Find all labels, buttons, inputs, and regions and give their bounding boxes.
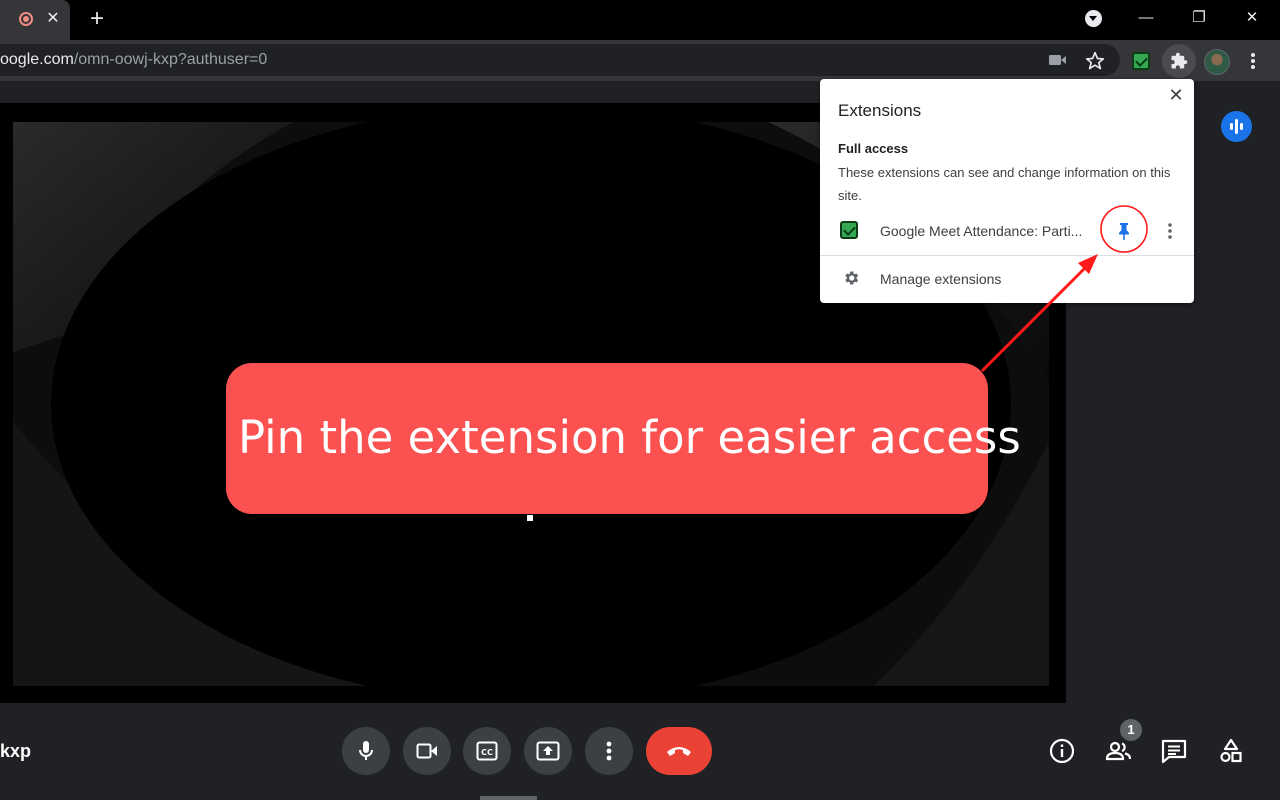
section-title: Full access	[838, 141, 909, 156]
recording-icon	[19, 12, 33, 26]
star-icon[interactable]	[1085, 51, 1105, 71]
end-call-button[interactable]	[646, 727, 712, 775]
url-path: /omn-oowj-kxp?authuser=0	[73, 51, 268, 68]
more-options-button[interactable]	[585, 727, 633, 775]
pin-icon[interactable]	[1112, 219, 1136, 243]
browser-toolbar: oogle.com/omn-oowj-kxp?authuser=0	[0, 40, 1280, 81]
chat-icon[interactable]	[1160, 737, 1188, 765]
url-text[interactable]: oogle.com/omn-oowj-kxp?authuser=0	[0, 51, 267, 69]
info-icon[interactable]	[1048, 737, 1076, 765]
meeting-controls-bar: kxp CC 1	[0, 703, 1280, 800]
tab-search-icon[interactable]	[1085, 10, 1102, 27]
address-bar[interactable]: oogle.com/omn-oowj-kxp?authuser=0	[0, 44, 1120, 76]
section-description: These extensions can see and change info…	[838, 165, 1171, 203]
video-camera-icon[interactable]	[1048, 52, 1068, 68]
new-tab-button[interactable]: +	[84, 6, 110, 32]
window-close-button[interactable]: ✕	[1237, 4, 1267, 32]
captions-button[interactable]: CC	[463, 727, 511, 775]
green-check-extension-icon[interactable]	[1132, 52, 1150, 70]
manage-extensions-link[interactable]: Manage extensions	[880, 271, 1001, 287]
camera-icon	[416, 743, 437, 759]
participants-count-badge: 1	[1120, 719, 1142, 741]
camera-button[interactable]	[403, 727, 451, 775]
green-check-extension-icon	[840, 221, 858, 239]
browser-tab-active[interactable]: ✕	[0, 0, 70, 40]
svg-text:CC: CC	[481, 748, 493, 757]
extension-more-icon[interactable]	[1162, 219, 1178, 243]
url-host: oogle.com	[0, 51, 74, 68]
extension-item-name[interactable]: Google Meet Attendance: Parti...	[880, 223, 1082, 239]
instruction-callout: Pin the extension for easier access	[226, 363, 1021, 514]
restore-button[interactable]: ❐	[1184, 4, 1214, 32]
extensions-button[interactable]	[1162, 44, 1196, 78]
people-icon[interactable]	[1104, 737, 1132, 765]
avatar[interactable]	[1204, 49, 1230, 75]
activities-icon[interactable]	[1217, 737, 1245, 765]
end-call-icon	[667, 747, 691, 756]
divider	[820, 255, 1194, 256]
extensions-popup: Extensions ✕ Full access These extension…	[820, 79, 1194, 303]
captions-icon: CC	[476, 741, 498, 761]
tab-strip: ✕ + — ❐ ✕	[0, 0, 1280, 40]
cursor-marker	[527, 515, 533, 521]
gear-icon	[845, 271, 859, 285]
popup-title: Extensions	[838, 101, 922, 120]
callout-text: Pin the extension for easier access	[238, 411, 1021, 464]
minimize-button[interactable]: —	[1131, 4, 1161, 32]
scrollbar[interactable]	[480, 796, 537, 800]
microphone-icon	[359, 741, 373, 760]
present-button[interactable]	[524, 727, 572, 775]
audio-level-icon	[1221, 111, 1252, 142]
meeting-code: kxp	[0, 741, 32, 761]
kebab-menu-icon[interactable]	[1245, 51, 1261, 71]
popup-close-icon[interactable]: ✕	[1166, 85, 1186, 105]
tab-close-icon[interactable]: ✕	[42, 8, 64, 30]
more-options-icon	[606, 741, 612, 761]
microphone-button[interactable]	[342, 727, 390, 775]
present-icon	[536, 741, 560, 761]
puzzle-icon	[1171, 52, 1188, 69]
